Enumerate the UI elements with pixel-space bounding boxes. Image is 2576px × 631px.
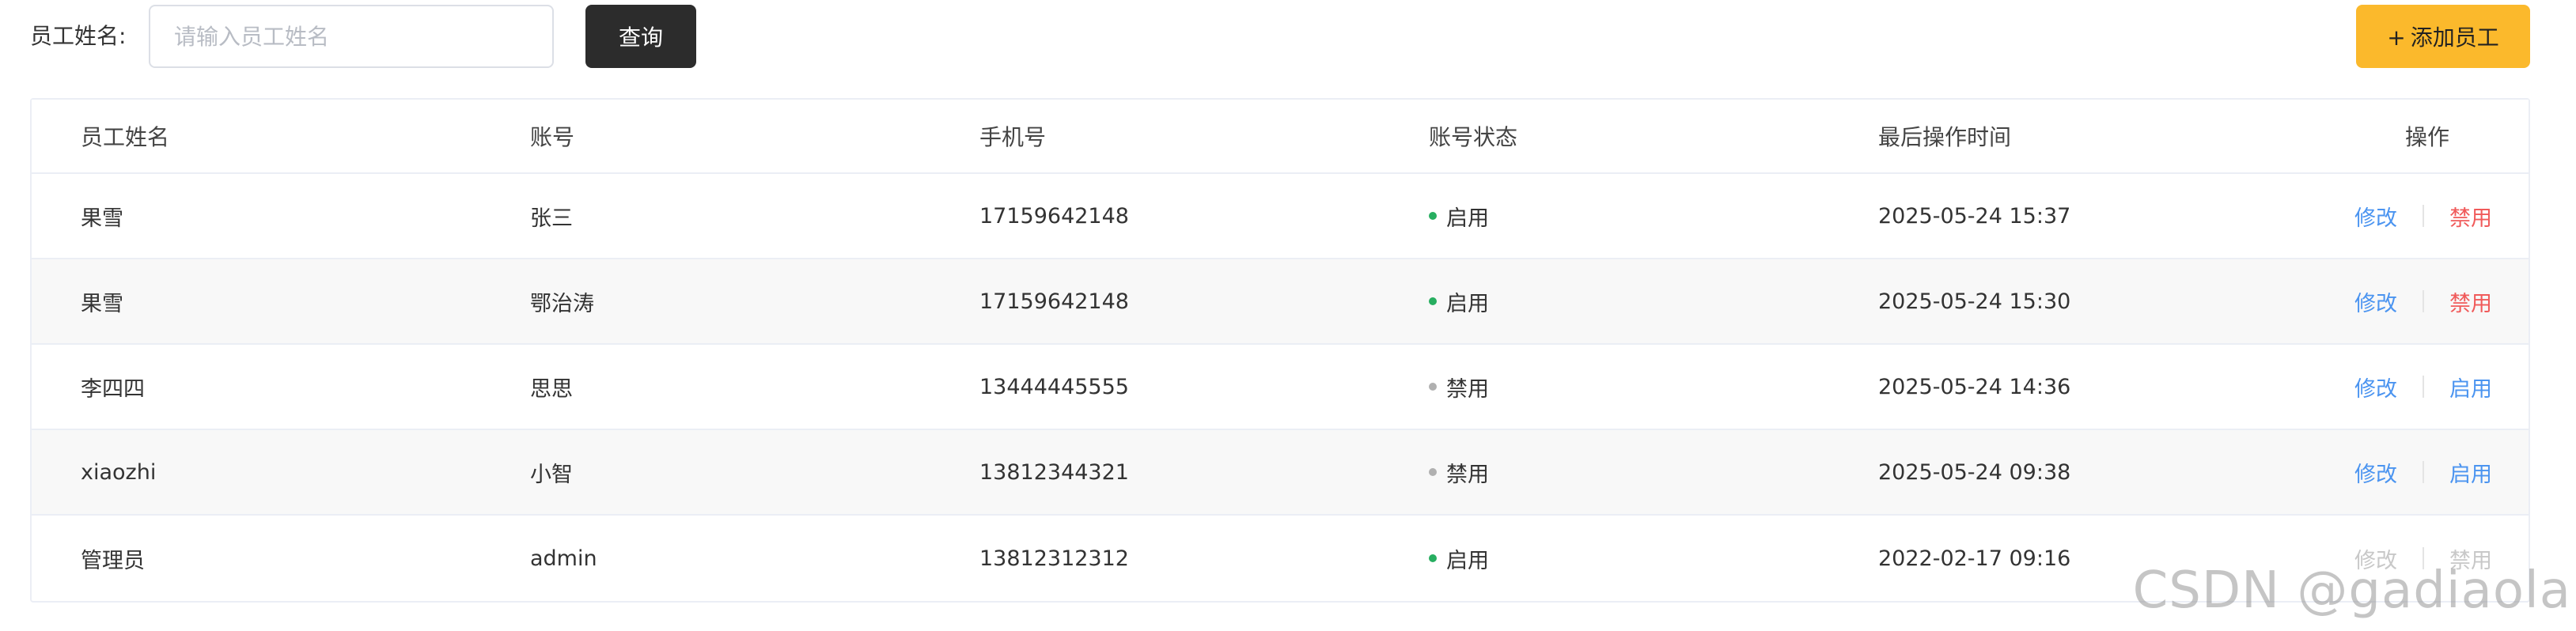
cell-name: 果雪 <box>81 291 123 316</box>
enable-link[interactable]: 启用 <box>2449 457 2492 488</box>
status-text: 启用 <box>1446 206 1489 231</box>
cell-status: 禁用 <box>1429 430 1489 514</box>
cell-name: 果雪 <box>81 206 123 231</box>
watermark: CSDN @gadiaola <box>2132 561 2571 620</box>
status-disabled-dot-icon <box>1429 468 1437 476</box>
status-enabled-dot-icon <box>1429 212 1437 220</box>
enable-link[interactable]: 启用 <box>2449 372 2492 402</box>
cell-name: 管理员 <box>81 548 145 573</box>
query-button[interactable]: 查询 <box>585 5 696 68</box>
cell-phone: 13812344321 <box>979 459 1129 485</box>
status-text: 启用 <box>1446 291 1489 316</box>
edit-link[interactable]: 修改 <box>2354 201 2397 232</box>
header-status: 账号状态 <box>1429 124 1518 150</box>
disable-link[interactable]: 禁用 <box>2449 201 2492 232</box>
cell-account: 张三 <box>530 206 573 231</box>
header-name: 员工姓名 <box>81 124 170 150</box>
table-row: 果雪 鄂治涛 17159642148 启用 2025-05-24 15:30 修… <box>32 259 2529 345</box>
cell-time: 2025-05-24 15:37 <box>1878 203 2071 229</box>
header-operations: 操作 <box>2405 124 2450 150</box>
table-row: 果雪 张三 17159642148 启用 2025-05-24 15:37 修改… <box>32 174 2529 259</box>
operation-divider <box>2423 205 2424 227</box>
table-header-row: 员工姓名 账号 手机号 账号状态 最后操作时间 操作 <box>32 100 2529 174</box>
cell-operations: 修改 启用 <box>2354 345 2492 429</box>
status-enabled-dot-icon <box>1429 297 1437 305</box>
table-row: xiaozhi 小智 13812344321 禁用 2025-05-24 09:… <box>32 430 2529 516</box>
toolbar: 员工姓名: 查询 +添加员工 <box>30 5 2530 68</box>
plus-icon: + <box>2387 25 2406 51</box>
add-employee-button[interactable]: + 添加员工 <box>2356 5 2530 68</box>
header-phone: 手机号 <box>979 124 1047 150</box>
status-enabled-dot-icon <box>1429 554 1437 562</box>
cell-name: 李四四 <box>81 376 145 402</box>
employee-name-search-input[interactable] <box>149 5 554 68</box>
cell-phone: 13812312312 <box>979 546 1129 571</box>
operation-divider <box>2423 290 2424 312</box>
cell-operations: 修改 禁用 <box>2354 174 2492 258</box>
header-time: 最后操作时间 <box>1878 124 2012 150</box>
edit-link[interactable]: 修改 <box>2354 457 2397 488</box>
search-label: 员工姓名: <box>30 23 127 49</box>
header-account: 账号 <box>530 124 575 150</box>
cell-status: 禁用 <box>1429 345 1489 429</box>
status-text: 禁用 <box>1446 376 1489 402</box>
edit-link[interactable]: 修改 <box>2354 372 2397 402</box>
cell-phone: 17159642148 <box>979 203 1129 229</box>
cell-status: 启用 <box>1429 516 1489 601</box>
operation-divider <box>2423 376 2424 398</box>
cell-time: 2025-05-24 15:30 <box>1878 289 2071 314</box>
cell-status: 启用 <box>1429 259 1489 343</box>
cell-operations: 修改 启用 <box>2354 430 2492 514</box>
status-text: 禁用 <box>1446 462 1489 487</box>
cell-name: xiaozhi <box>81 459 157 485</box>
status-text: 启用 <box>1446 548 1489 573</box>
edit-link[interactable]: 修改 <box>2354 286 2397 317</box>
status-disabled-dot-icon <box>1429 383 1437 391</box>
table-row: 李四四 思思 13444445555 禁用 2025-05-24 14:36 修… <box>32 345 2529 430</box>
add-employee-label: 添加员工 <box>2410 25 2499 51</box>
cell-time: 2025-05-24 09:38 <box>1878 459 2071 485</box>
cell-phone: 17159642148 <box>979 289 1129 314</box>
cell-account: 思思 <box>530 376 573 402</box>
cell-account: admin <box>530 546 597 571</box>
employee-management-page: 员工姓名: 查询 +添加员工 员工姓名 账号 手机号 账号状态 最后操作时间 操… <box>0 0 2576 631</box>
cell-time: 2025-05-24 14:36 <box>1878 374 2071 399</box>
cell-status: 启用 <box>1429 174 1489 258</box>
cell-account: 小智 <box>530 462 573 487</box>
employee-table: 员工姓名 账号 手机号 账号状态 最后操作时间 操作 果雪 张三 1715964… <box>30 98 2530 603</box>
cell-phone: 13444445555 <box>979 374 1129 399</box>
cell-account: 鄂治涛 <box>530 291 594 316</box>
disable-link[interactable]: 禁用 <box>2449 286 2492 317</box>
cell-time: 2022-02-17 09:16 <box>1878 546 2071 571</box>
operation-divider <box>2423 461 2424 483</box>
cell-operations: 修改 禁用 <box>2354 259 2492 343</box>
